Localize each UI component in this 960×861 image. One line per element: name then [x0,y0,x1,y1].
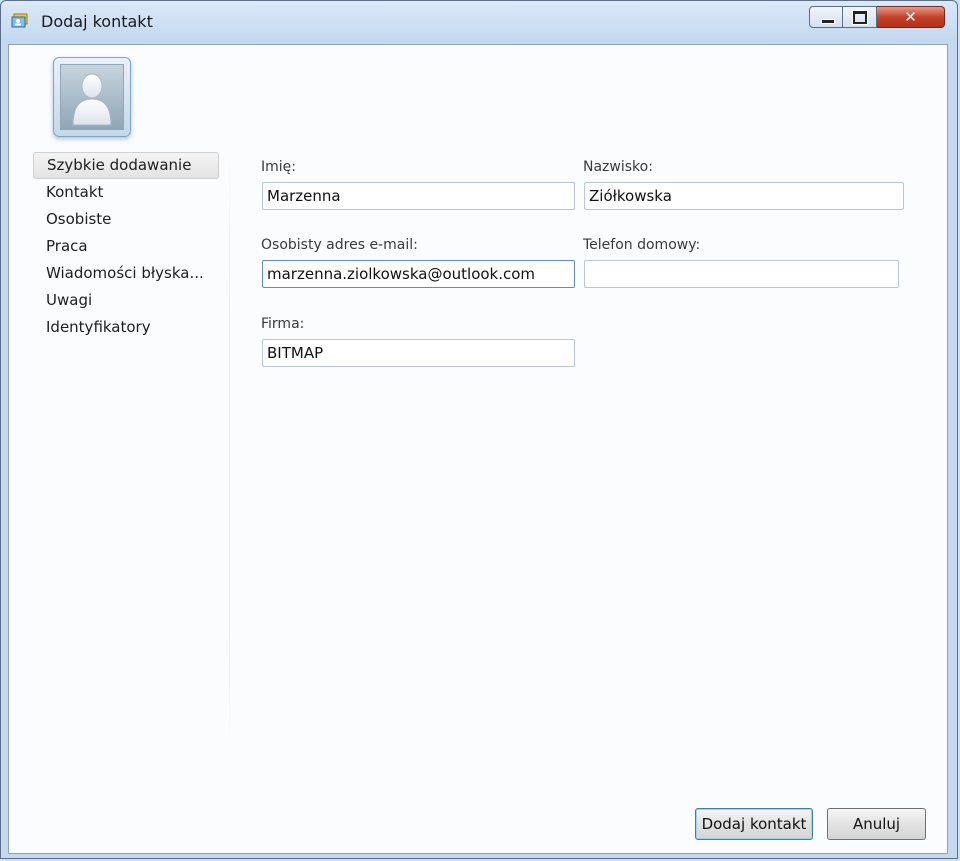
maximize-icon [852,10,868,25]
company-label: Firma: [261,316,305,332]
nav-item-personal[interactable]: Osobiste [33,206,219,233]
nav-item-contact[interactable]: Kontakt [33,179,219,206]
close-icon: ✕ [904,8,917,26]
maximize-button[interactable] [843,6,877,28]
nav-item-ids[interactable]: Identyfikatory [33,314,219,341]
add-contact-button[interactable]: Dodaj kontakt [695,808,813,840]
home-phone-label: Telefon domowy: [583,237,701,253]
nav-item-instant-messages[interactable]: Wiadomości błyska... [33,260,219,287]
dialog-content: Szybkie dodawanie Kontakt Osobiste Praca… [8,44,948,854]
nav-item-notes[interactable]: Uwagi [33,287,219,314]
title-bar[interactable]: Dodaj kontakt ✕ [1,1,957,41]
email-label: Osobisty adres e-mail: [261,237,418,253]
last-name-field[interactable] [584,182,904,210]
nav-item-quick-add[interactable]: Szybkie dodawanie [33,152,219,179]
contacts-app-icon [11,13,29,29]
contact-photo[interactable] [53,57,131,137]
window-title: Dodaj kontakt [41,12,153,31]
minimize-button[interactable] [809,6,843,28]
email-field[interactable] [262,260,575,288]
home-phone-field[interactable] [584,260,899,288]
add-contact-window: Dodaj kontakt ✕ Szybkie dodawanie Kontak… [0,0,958,859]
nav-divider [229,145,230,745]
nav-item-work[interactable]: Praca [33,233,219,260]
default-contact-avatar-icon [60,64,124,130]
minimize-icon [821,19,835,24]
last-name-label: Nazwisko: [583,159,653,175]
close-button[interactable]: ✕ [877,6,945,28]
company-field[interactable] [262,339,575,367]
first-name-field[interactable] [262,182,575,210]
category-nav: Szybkie dodawanie Kontakt Osobiste Praca… [33,152,219,341]
cancel-button[interactable]: Anuluj [827,808,926,840]
first-name-label: Imię: [261,159,296,175]
